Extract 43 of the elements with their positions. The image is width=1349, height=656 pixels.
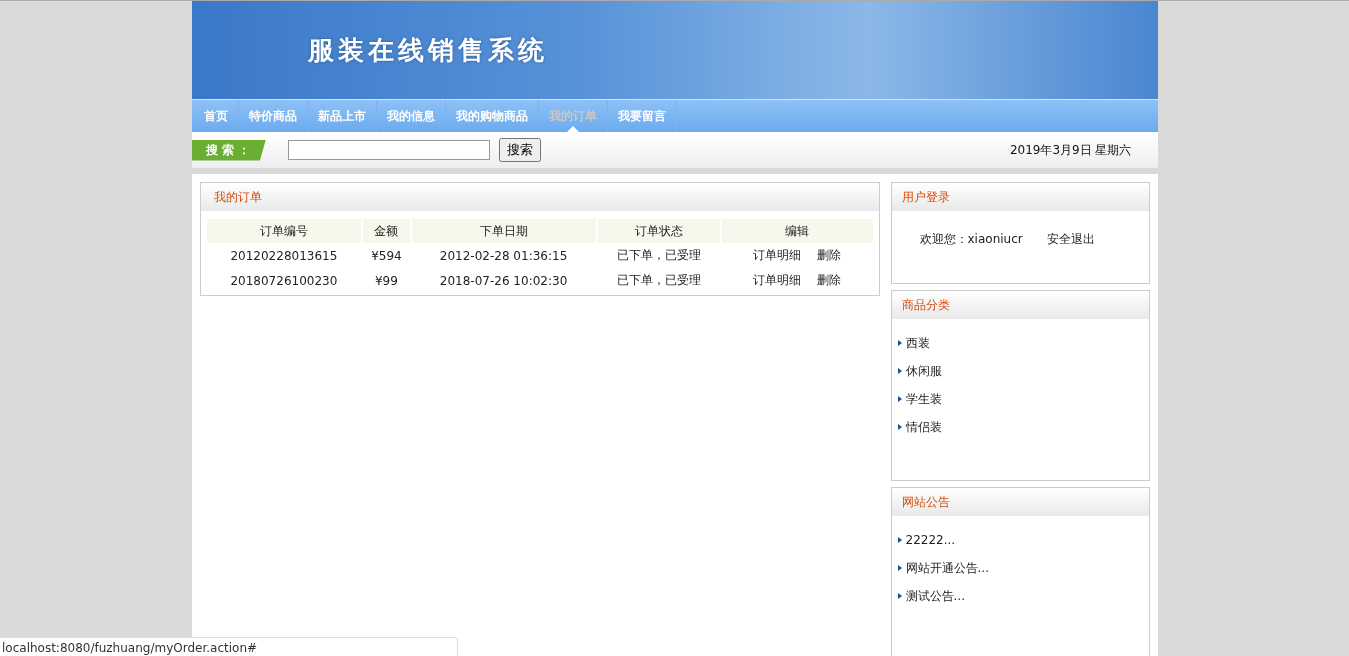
column-header: 金额 <box>363 219 410 243</box>
logout-link[interactable]: 安全退出 <box>1046 231 1095 248</box>
category-link[interactable]: 学生装 <box>905 390 942 408</box>
panel-title: 用户登录 <box>901 188 950 206</box>
panel-title: 我的订单 <box>213 188 262 206</box>
column-header: 订单编号 <box>206 219 362 243</box>
welcome-text: 欢迎您：xiaoniucr <box>919 231 1023 248</box>
notice-link[interactable]: 22222... <box>905 533 956 547</box>
category-link[interactable]: 西装 <box>905 334 930 352</box>
table-cell-text: 已下单，已受理 <box>615 247 702 264</box>
table-cell-text: 已下单，已受理 <box>615 272 702 289</box>
action-link[interactable]: 删除 <box>817 248 842 262</box>
status-bar-url: localhost:8080/fuzhuang/myOrder.action# <box>0 637 459 656</box>
bullet-icon <box>897 565 902 571</box>
site-title: 服装在线销售系统 <box>307 33 548 67</box>
notice-link[interactable]: 测试公告... <box>905 587 965 605</box>
action-link[interactable]: 订单明细 <box>753 248 802 262</box>
bullet-icon <box>897 593 902 599</box>
category-link[interactable]: 情侣装 <box>905 418 942 436</box>
category-link[interactable]: 休闲服 <box>905 362 942 380</box>
panel-title: 网站公告 <box>901 493 950 511</box>
action-link[interactable]: 删除 <box>817 273 842 287</box>
panel-title: 商品分类 <box>901 296 950 314</box>
bullet-icon <box>897 396 902 402</box>
bullet-icon <box>897 368 902 374</box>
bullet-icon <box>897 340 902 346</box>
column-header: 下单日期 <box>411 219 596 243</box>
table-cell-text: ¥99 <box>373 272 399 290</box>
notice-link[interactable]: 网站开通公告... <box>905 559 989 577</box>
action-link[interactable]: 订单明细 <box>753 273 802 287</box>
bullet-icon <box>897 424 902 430</box>
table-cell-text: ¥594 <box>370 247 403 265</box>
table-cell-text: 2018-07-26 10:02:30 <box>438 272 569 290</box>
table-cell-text: 2012-02-28 01:36:15 <box>438 247 569 265</box>
search-button[interactable]: 搜索 <box>498 138 541 162</box>
search-label: 搜 索 ： <box>191 139 266 161</box>
date-text: 2019年3月9日 星期六 <box>1009 141 1132 159</box>
column-header: 编辑 <box>721 219 873 243</box>
table-cell-text: 20120228013615 <box>229 247 339 265</box>
bullet-icon <box>897 537 902 543</box>
search-field[interactable] <box>287 140 490 160</box>
column-header: 订单状态 <box>597 219 720 243</box>
table-cell-text: 20180726100230 <box>229 272 339 290</box>
